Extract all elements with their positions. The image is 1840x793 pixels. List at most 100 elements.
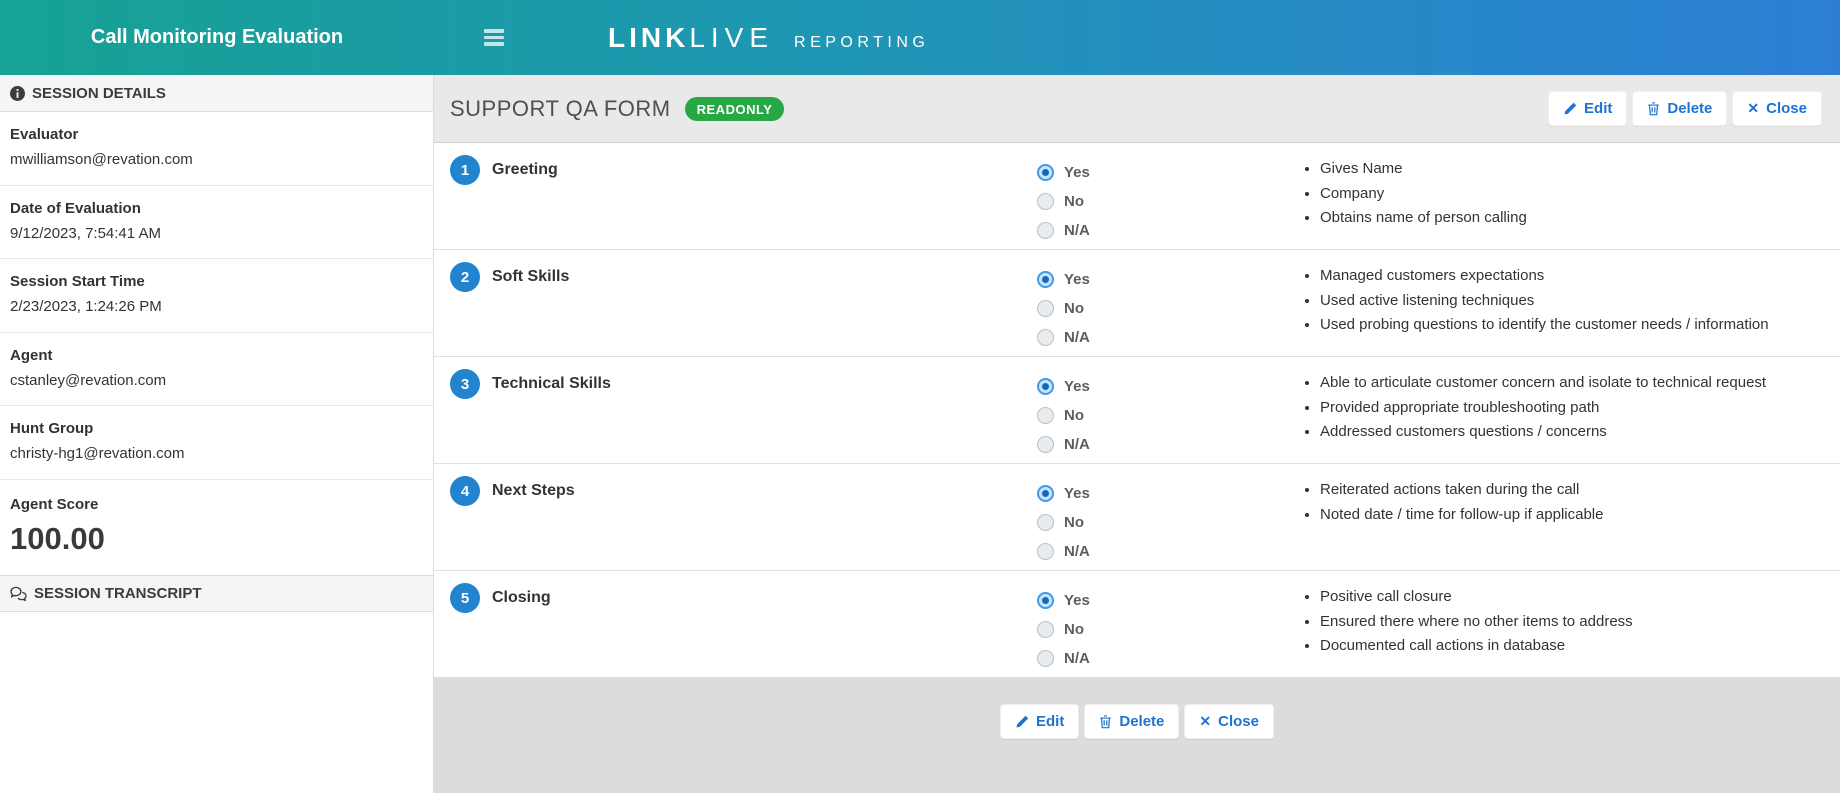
delete-button-label: Delete xyxy=(1667,100,1712,117)
radio-icon[interactable] xyxy=(1037,271,1054,288)
criteria-item: Used active listening techniques xyxy=(1320,289,1840,314)
radio-label: N/A xyxy=(1064,650,1090,667)
radio-option-no[interactable]: No xyxy=(1037,615,1300,644)
session-field-value: christy-hg1@revation.com xyxy=(10,445,423,462)
radio-option-no[interactable]: No xyxy=(1037,187,1300,216)
radio-icon[interactable] xyxy=(1037,514,1054,531)
radio-option-yes[interactable]: Yes xyxy=(1037,372,1300,401)
radio-icon[interactable] xyxy=(1037,222,1054,239)
question-header: 4 Next Steps xyxy=(434,476,1037,570)
radio-dot xyxy=(1042,597,1049,604)
pencil-icon xyxy=(1563,102,1577,116)
criteria-list: Managed customers expectationsUsed activ… xyxy=(1300,264,1840,338)
radio-icon[interactable] xyxy=(1037,485,1054,502)
hamburger-bar xyxy=(484,36,504,40)
radio-option-yes[interactable]: Yes xyxy=(1037,265,1300,294)
criteria-list: Positive call closureEnsured there where… xyxy=(1300,585,1840,659)
question-list: 1 Greeting YesNoN/A Gives NameCompanyObt… xyxy=(434,143,1840,678)
question-criteria: Managed customers expectationsUsed activ… xyxy=(1300,262,1840,356)
question-title: Next Steps xyxy=(492,476,575,500)
radio-option-no[interactable]: No xyxy=(1037,401,1300,430)
header-action-buttons: Edit Delete ✕ Close xyxy=(1548,91,1822,126)
radio-icon[interactable] xyxy=(1037,436,1054,453)
radio-option-yes[interactable]: Yes xyxy=(1037,479,1300,508)
radio-option-na[interactable]: N/A xyxy=(1037,216,1300,245)
session-details-header: SESSION DETAILS xyxy=(0,75,433,112)
session-field: Date of Evaluation 9/12/2023, 7:54:41 AM xyxy=(0,186,433,260)
radio-option-na[interactable]: N/A xyxy=(1037,644,1300,673)
radio-label: Yes xyxy=(1064,485,1090,502)
question-radio-group: Yes No N/A xyxy=(1037,476,1300,570)
radio-icon[interactable] xyxy=(1037,592,1054,609)
question-header: 1 Greeting xyxy=(434,155,1037,249)
delete-button[interactable]: Delete xyxy=(1632,91,1727,126)
edit-button[interactable]: Edit xyxy=(1548,91,1627,126)
qa-form-title: SUPPORT QA FORM xyxy=(450,96,671,122)
logo-live-text: LIVE xyxy=(689,22,774,54)
close-button-footer[interactable]: ✕ Close xyxy=(1184,704,1274,739)
close-button-label: Close xyxy=(1766,100,1807,117)
linklive-reporting-logo: LINK LIVE REPORTING xyxy=(608,22,929,54)
close-button-label: Close xyxy=(1218,713,1259,730)
question-title: Soft Skills xyxy=(492,262,569,286)
criteria-list: Gives NameCompanyObtains name of person … xyxy=(1300,157,1840,231)
session-transcript-header[interactable]: SESSION TRANSCRIPT xyxy=(0,575,433,612)
criteria-item: Able to articulate customer concern and … xyxy=(1320,371,1840,396)
session-field-label: Date of Evaluation xyxy=(10,200,423,217)
criteria-item: Managed customers expectations xyxy=(1320,264,1840,289)
radio-label: N/A xyxy=(1064,222,1090,239)
radio-icon[interactable] xyxy=(1037,378,1054,395)
criteria-item: Addressed customers questions / concerns xyxy=(1320,420,1840,445)
radio-option-no[interactable]: No xyxy=(1037,294,1300,323)
question-header: 5 Closing xyxy=(434,583,1037,677)
question-radio-group: Yes No N/A xyxy=(1037,369,1300,463)
session-field-label: Evaluator xyxy=(10,126,423,143)
criteria-item: Ensured there where no other items to ad… xyxy=(1320,610,1840,635)
pencil-icon xyxy=(1015,715,1029,729)
question-criteria: Able to articulate customer concern and … xyxy=(1300,369,1840,463)
radio-icon[interactable] xyxy=(1037,543,1054,560)
question-number-badge: 2 xyxy=(450,262,480,292)
radio-label: Yes xyxy=(1064,378,1090,395)
close-button[interactable]: ✕ Close xyxy=(1732,91,1822,126)
delete-button-footer[interactable]: Delete xyxy=(1084,704,1179,739)
radio-icon[interactable] xyxy=(1037,300,1054,317)
radio-option-na[interactable]: N/A xyxy=(1037,537,1300,566)
radio-option-no[interactable]: No xyxy=(1037,508,1300,537)
edit-button-label: Edit xyxy=(1584,100,1612,117)
radio-option-na[interactable]: N/A xyxy=(1037,323,1300,352)
radio-label: No xyxy=(1064,514,1084,531)
question-row: 1 Greeting Yes No N/A Gives NameCompanyObt… xyxy=(434,143,1840,250)
radio-option-na[interactable]: N/A xyxy=(1037,430,1300,459)
radio-label: No xyxy=(1064,300,1084,317)
radio-dot xyxy=(1042,490,1049,497)
comments-icon xyxy=(10,586,27,601)
radio-icon[interactable] xyxy=(1037,621,1054,638)
session-field-value: cstanley@revation.com xyxy=(10,372,423,389)
question-number-badge: 5 xyxy=(450,583,480,613)
question-number-badge: 3 xyxy=(450,369,480,399)
radio-option-yes[interactable]: Yes xyxy=(1037,158,1300,187)
hamburger-menu-icon[interactable] xyxy=(484,26,504,49)
radio-label: N/A xyxy=(1064,329,1090,346)
agent-score-block: Agent Score 100.00 xyxy=(0,480,433,575)
radio-icon[interactable] xyxy=(1037,650,1054,667)
edit-button-footer[interactable]: Edit xyxy=(1000,704,1079,739)
radio-icon[interactable] xyxy=(1037,164,1054,181)
hamburger-bar xyxy=(484,42,504,46)
radio-icon[interactable] xyxy=(1037,407,1054,424)
radio-label: Yes xyxy=(1064,271,1090,288)
edit-button-label: Edit xyxy=(1036,713,1064,730)
qa-form-header: SUPPORT QA FORM READONLY Edit Delete ✕ C… xyxy=(434,75,1840,143)
radio-option-yes[interactable]: Yes xyxy=(1037,586,1300,615)
session-field: Hunt Group christy-hg1@revation.com xyxy=(0,406,433,480)
radio-icon[interactable] xyxy=(1037,193,1054,210)
radio-label: Yes xyxy=(1064,164,1090,181)
close-x-icon: ✕ xyxy=(1747,100,1759,117)
radio-icon[interactable] xyxy=(1037,329,1054,346)
question-radio-group: Yes No N/A xyxy=(1037,262,1300,356)
radio-label: No xyxy=(1064,407,1084,424)
session-details-title: SESSION DETAILS xyxy=(32,85,166,102)
radio-label: N/A xyxy=(1064,543,1090,560)
criteria-item: Documented call actions in database xyxy=(1320,634,1840,659)
